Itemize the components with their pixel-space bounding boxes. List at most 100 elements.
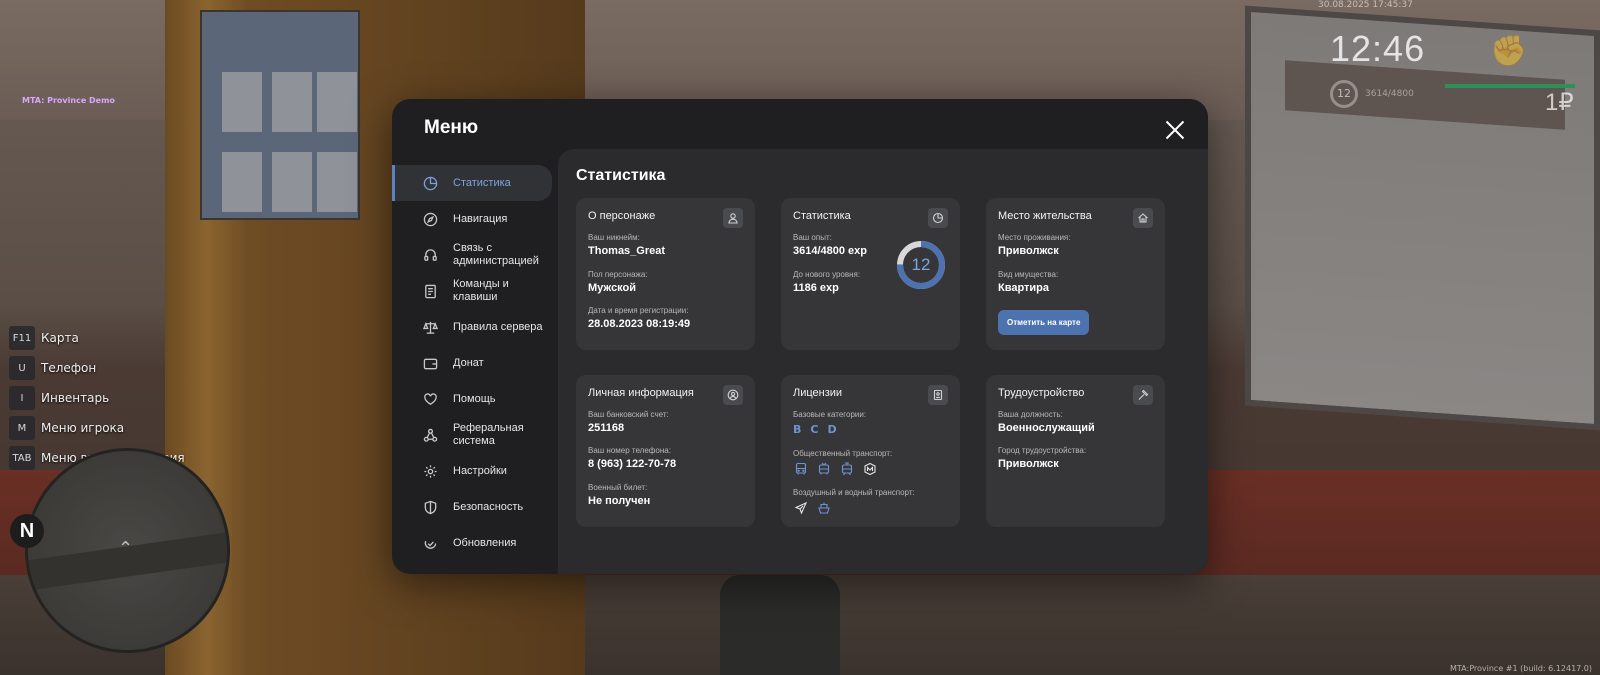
- next-level-value: 1186 exp: [793, 282, 839, 294]
- nav-item-updates[interactable]: Обновления: [392, 525, 558, 561]
- nav-item-donate[interactable]: Донат: [392, 345, 558, 381]
- hammer-icon: [1133, 385, 1153, 405]
- gender-label: Пол персонажа:: [588, 270, 648, 279]
- background-player-character: [720, 575, 840, 675]
- category-c: C: [810, 423, 819, 436]
- hotkey-label: Меню игрока: [41, 421, 125, 435]
- nav-label: Навигация: [453, 212, 508, 225]
- pie-chart-icon: [422, 175, 438, 191]
- phone-value: 8 (963) 122-70-78: [588, 458, 677, 470]
- referral-icon: [422, 427, 438, 443]
- nav-item-security[interactable]: Безопасность: [392, 489, 558, 525]
- tram-icon: [839, 461, 854, 476]
- refresh-check-icon: [422, 535, 438, 551]
- nav-item-statistics[interactable]: Статистика: [392, 165, 552, 201]
- player-arrow-icon: ⌃: [118, 538, 134, 559]
- phone-label: Ваш номер телефона:: [588, 446, 671, 455]
- hud-exp: 3614/4800: [1365, 89, 1414, 99]
- hotkey-player-menu[interactable]: M Меню игрока: [9, 416, 185, 440]
- nav-label: Обновления: [453, 536, 517, 549]
- nav-label: Донат: [453, 356, 484, 369]
- nav-item-navigation[interactable]: Навигация: [392, 201, 558, 237]
- document-icon: [422, 283, 438, 299]
- headset-icon: [422, 247, 438, 263]
- compass-icon: [422, 211, 438, 227]
- nav-label: Реферальная система: [453, 422, 524, 447]
- nickname-label: Ваш никнейм:: [588, 233, 640, 242]
- military-id-label: Военный билет:: [588, 483, 648, 492]
- close-icon[interactable]: [1164, 119, 1186, 141]
- registration-label: Дата и время регистрации:: [588, 306, 689, 315]
- compass-north-icon: N: [10, 514, 44, 548]
- card-title: О персонаже: [588, 210, 656, 222]
- nav-item-help[interactable]: Помощь: [392, 381, 558, 417]
- exp-label: Ваш опыт:: [793, 233, 832, 242]
- nav-item-commands[interactable]: Команды и клавиши: [392, 273, 558, 309]
- key-cap: F11: [9, 326, 35, 350]
- base-categories: B C D: [793, 423, 837, 436]
- airplane-icon: [793, 500, 808, 515]
- scales-icon: [422, 319, 438, 335]
- air-water-transport-label: Воздушный и водный транспорт:: [793, 488, 915, 497]
- wallet-icon: [422, 355, 438, 371]
- pie-chart-icon: [928, 208, 948, 228]
- card-personal-info: Личная информация Ваш банковский счет: 2…: [576, 375, 755, 527]
- nav-item-contact-admin[interactable]: Связь с администрацией: [392, 237, 558, 273]
- server-tag: MTA: Province Demo: [22, 96, 115, 105]
- hotkey-label: Инвентарь: [41, 391, 110, 405]
- nav-label: Правила сервера: [453, 320, 543, 333]
- job-city-label: Город трудоустройства:: [998, 446, 1087, 455]
- level-progress-ring: 12: [896, 240, 946, 290]
- job-city-value: Приволжск: [998, 458, 1059, 470]
- shield-icon: [422, 499, 438, 515]
- trolleybus-icon: [816, 461, 831, 476]
- hotkey-label: Карта: [41, 331, 79, 345]
- metro-icon: [862, 461, 877, 476]
- hotkey-map[interactable]: F11 Карта: [9, 326, 185, 350]
- hud-clock: 12:46: [1330, 28, 1426, 69]
- user-circle-icon: [723, 385, 743, 405]
- nav-label: Связь с администрацией: [453, 242, 539, 267]
- card-employment: Трудоустройство Ваша должность: Военносл…: [986, 375, 1165, 527]
- nav-label: Помощь: [453, 392, 496, 405]
- residence-place-value: Приволжск: [998, 245, 1059, 257]
- boat-icon: [816, 500, 831, 515]
- nav-item-referral[interactable]: Реферальная система: [392, 417, 558, 453]
- house-icon: [1133, 208, 1153, 228]
- nav-label: Команды и клавиши: [453, 278, 509, 303]
- fist-icon: ✊: [1490, 34, 1528, 69]
- menu-sidebar: Статистика Навигация Связь с администрац…: [392, 165, 558, 561]
- page-title: Статистика: [576, 167, 666, 184]
- card-title: Место жительства: [998, 210, 1092, 222]
- exp-value: 3614/4800 exp: [793, 245, 868, 257]
- hotkey-inventory[interactable]: I Инвентарь: [9, 386, 185, 410]
- card-title: Личная информация: [588, 387, 694, 399]
- build-info: MTA:Province #1 (build: 6.12417.0): [1450, 664, 1592, 673]
- menu-title: Меню: [424, 117, 479, 138]
- mark-on-map-button[interactable]: Отметить на карте: [998, 310, 1090, 335]
- heart-hand-icon: [422, 391, 438, 407]
- bank-account-label: Ваш банковский счет:: [588, 410, 669, 419]
- base-categories-label: Базовые категории:: [793, 410, 867, 419]
- job-position-label: Ваша должность:: [998, 410, 1063, 419]
- user-icon: [723, 208, 743, 228]
- nickname-value: Thomas_Great: [588, 245, 666, 257]
- key-cap: I: [9, 386, 35, 410]
- statistics-panel: Статистика О персонаже Ваш никнейм: Thom…: [558, 149, 1208, 574]
- nav-item-settings[interactable]: Настройки: [392, 453, 558, 489]
- bus-icon: [793, 461, 808, 476]
- residence-place-label: Место проживания:: [998, 233, 1071, 242]
- card-licenses: Лицензии Базовые категории: B C D Общест…: [781, 375, 960, 527]
- category-d: D: [827, 423, 837, 436]
- card-about-character: О персонаже Ваш никнейм: Thomas_Great По…: [576, 198, 755, 350]
- nav-item-rules[interactable]: Правила сервера: [392, 309, 558, 345]
- job-position-value: Военнослужащий: [998, 422, 1095, 434]
- card-statistics: Статистика Ваш опыт: 3614/4800 exp До но…: [781, 198, 960, 350]
- hotkey-phone[interactable]: U Телефон: [9, 356, 185, 380]
- gender-value: Мужской: [588, 282, 637, 294]
- category-b: B: [793, 423, 802, 436]
- hotkey-label: Телефон: [41, 361, 97, 375]
- hud-level: 12: [1330, 80, 1358, 108]
- public-transport-label: Общественный транспорт:: [793, 449, 893, 458]
- nav-label: Безопасность: [453, 500, 524, 513]
